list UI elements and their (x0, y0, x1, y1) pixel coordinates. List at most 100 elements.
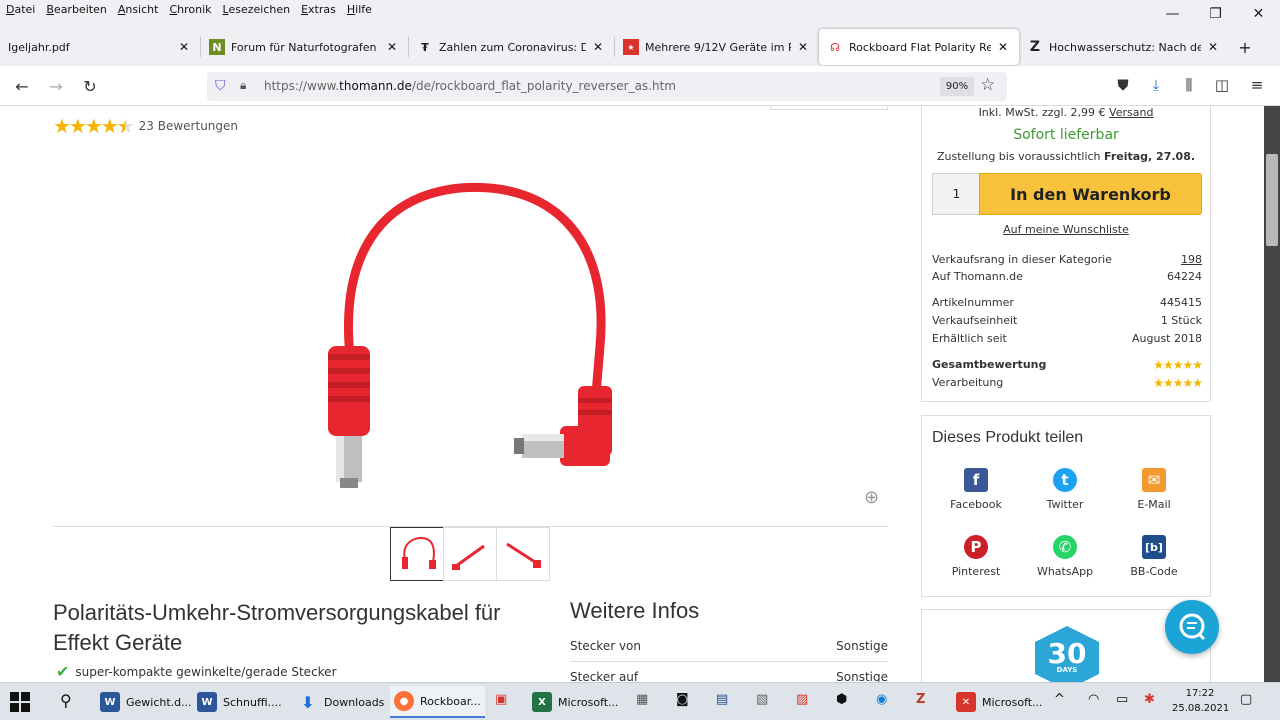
thumbnail-1[interactable] (390, 527, 444, 581)
tab-naturfotografen[interactable]: N Forum für Naturfotografen ✕ (201, 29, 408, 65)
tab-mehrere-geraete[interactable]: ★ Mehrere 9/12V Geräte im Rack ✕ (615, 29, 819, 65)
close-tab-icon[interactable]: ✕ (590, 40, 606, 54)
menu-chronik[interactable]: Chronik (163, 0, 216, 16)
task-word-schnuffi[interactable]: W Schnuffi.... (193, 686, 286, 718)
task-downloads[interactable]: ⬇ Downloads (294, 686, 388, 718)
firefox-icon: ● (394, 691, 414, 711)
thumbnail-2[interactable] (443, 527, 497, 581)
info-label: Stecker auf (570, 670, 639, 682)
menu-extras[interactable]: Extras (295, 0, 341, 16)
sales-rank-link[interactable]: 198 (1181, 253, 1202, 266)
tab-igeljahr[interactable]: Igeljahr.pdf ✕ (0, 29, 200, 65)
checkmark-icon: ✔ (56, 662, 70, 681)
menu-bearbeiten[interactable]: Bearbeiten (40, 0, 111, 16)
app-icon[interactable]: ⬢ (836, 692, 847, 707)
menu-hilfe[interactable]: Hilfe (341, 0, 377, 16)
new-tab-button[interactable]: + (1229, 38, 1261, 57)
chat-button[interactable] (1165, 600, 1219, 654)
facebook-icon: f (964, 468, 988, 492)
task-firefox-rockboard[interactable]: ● Rockboar... (390, 686, 485, 718)
forward-arrow-icon[interactable]: → (42, 74, 70, 98)
task-excel[interactable]: X Microsoft... (528, 686, 623, 718)
product-rating[interactable]: ★★★★★★ 23 Bewertungen (53, 114, 238, 138)
email-icon: ✉ (1142, 468, 1166, 492)
product-image[interactable] (310, 176, 630, 496)
menu-datei[interactable]: Datei (0, 0, 40, 16)
app-icon[interactable]: ▣ (495, 692, 507, 707)
availability-status: Sofort lieferbar (1013, 127, 1119, 143)
tab-label: Mehrere 9/12V Geräte im Rack (645, 40, 791, 54)
tab-hochwasserschutz[interactable]: Z Hochwasserschutz: Nach den S ✕ (1019, 29, 1229, 65)
tab-coronavirus[interactable]: ₮ Zahlen zum Coronavirus: Die P ✕ (409, 29, 614, 65)
page-scrollbar[interactable] (1264, 106, 1280, 682)
download-icon[interactable]: ⤓ (1145, 76, 1167, 94)
maximize-button[interactable]: ❐ (1194, 0, 1237, 28)
share-whatsapp[interactable]: ✆ WhatsApp (1020, 535, 1110, 578)
notification-center-icon[interactable]: ▢ (1240, 692, 1252, 707)
twitter-icon: t (1053, 468, 1077, 492)
sidebar-icon[interactable]: ◫ (1211, 76, 1233, 94)
battery-icon[interactable]: ▭ (1116, 692, 1128, 707)
close-tab-icon[interactable]: ✕ (795, 40, 811, 54)
share-bbcode[interactable]: [b] BB-Code (1109, 535, 1199, 578)
tab-rockboard[interactable]: ☊ Rockboard Flat Polarity Reverse ✕ (819, 29, 1019, 65)
info-value: Sonstige (836, 639, 888, 653)
back-arrow-icon[interactable]: ← (8, 74, 36, 98)
wifi-icon[interactable]: ◠ (1088, 692, 1099, 707)
library-icon[interactable]: ⫼ (1178, 76, 1200, 94)
menu-ansicht[interactable]: Ansicht (112, 0, 164, 16)
close-window-button[interactable]: ✕ (1237, 0, 1280, 28)
bbcode-icon: [b] (1142, 535, 1166, 559)
app-icon[interactable]: ▧ (756, 692, 768, 707)
filezilla-icon[interactable]: Z (916, 692, 925, 707)
app-icon[interactable]: ▤ (716, 692, 728, 707)
search-icon[interactable]: ⚲ (60, 691, 72, 710)
scrollbar-thumb[interactable] (1266, 154, 1278, 246)
shipping-link[interactable]: Versand (1109, 106, 1153, 119)
url-bar[interactable]: ⛉ 🔒︎ https://www.thomann.de/de/rockboard… (207, 72, 1007, 101)
add-to-cart-button[interactable]: In den Warenkorb (979, 173, 1202, 215)
available-since: Erhältlich seit August 2018 (932, 332, 1202, 345)
thumbnail-cable-icon (452, 544, 485, 570)
thumbnail-3[interactable] (496, 527, 550, 581)
task-microsoft-2[interactable]: ✕ Microsoft... (952, 686, 1047, 718)
app-icon[interactable]: ▨ (796, 692, 808, 707)
sales-unit: Verkaufseinheit 1 Stück (932, 314, 1202, 327)
reload-icon[interactable]: ↻ (76, 74, 104, 98)
share-twitter[interactable]: t Twitter (1020, 468, 1110, 511)
minimize-button[interactable]: — (1151, 0, 1194, 28)
hamburger-menu-icon[interactable]: ≡ (1246, 76, 1268, 94)
quantity-input[interactable]: 1 (932, 173, 980, 215)
edge-icon[interactable]: ◉ (876, 692, 887, 707)
windows-start-icon[interactable] (10, 692, 30, 712)
z-icon: Z (1029, 39, 1041, 55)
notification-app-icon[interactable]: ✱ (1144, 692, 1155, 707)
shield-icon[interactable]: ⛉ (215, 78, 226, 94)
share-email[interactable]: ✉ E-Mail (1109, 468, 1199, 511)
thirty-days-badge[interactable]: 30 DAYS (1035, 626, 1099, 682)
app-icon[interactable]: ◙ (676, 692, 689, 707)
wishlist-link[interactable]: Auf meine Wunschliste (922, 223, 1210, 236)
ministry-icon: ₮ (421, 40, 429, 54)
task-word-gewicht[interactable]: W Gewicht.d... (96, 686, 196, 718)
share-pinterest[interactable]: P Pinterest (931, 535, 1021, 578)
pinterest-icon: P (964, 535, 988, 559)
tab-label: Igeljahr.pdf (8, 40, 70, 54)
close-tab-icon[interactable]: ✕ (995, 40, 1011, 54)
close-tab-icon[interactable]: ✕ (176, 40, 192, 54)
zoom-magnifier-icon[interactable]: ⊕ (864, 487, 879, 508)
close-tab-icon[interactable]: ✕ (384, 40, 400, 54)
navigation-toolbar: ← → ↻ ⛉ 🔒︎ https://www.thomann.de/de/roc… (0, 66, 1280, 106)
bookmark-star-icon[interactable]: ☆ (980, 75, 995, 95)
close-tab-icon[interactable]: ✕ (1205, 40, 1221, 54)
rating-count[interactable]: 23 Bewertungen (139, 119, 238, 133)
share-facebook[interactable]: f Facebook (931, 468, 1021, 511)
system-clock[interactable]: 17:22 25.08.2021 (1172, 686, 1229, 716)
url-text[interactable]: https://www.thomann.de/de/rockboard_flat… (264, 79, 676, 93)
app-icon[interactable]: ▦ (636, 692, 648, 707)
menu-lesezeichen[interactable]: Lesezeichen (217, 0, 296, 16)
tray-expand-icon[interactable]: ^ (1054, 692, 1065, 707)
zoom-level-badge[interactable]: 90% (940, 77, 974, 96)
pocket-icon[interactable]: ⛊ (1112, 76, 1134, 94)
lock-icon[interactable]: 🔒︎ (240, 78, 246, 93)
